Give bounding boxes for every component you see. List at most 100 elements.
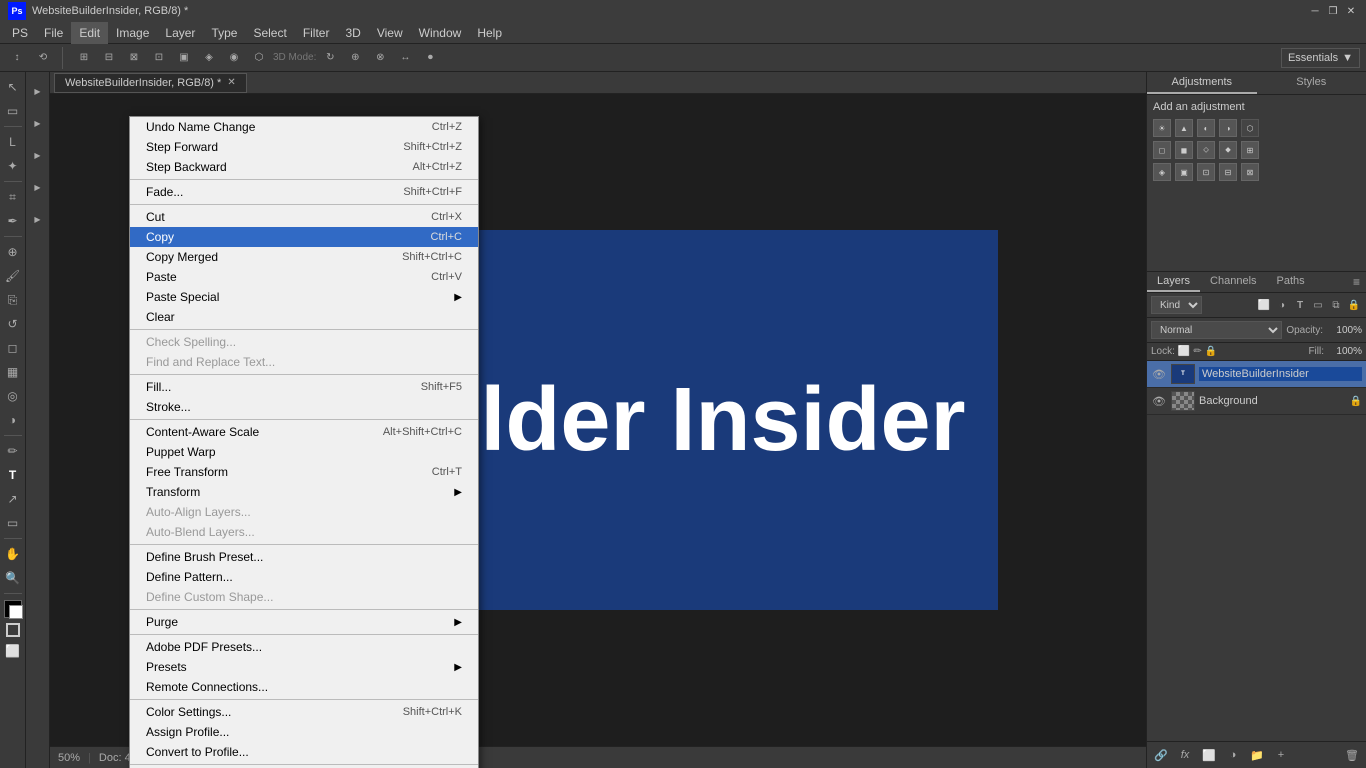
minimize-button[interactable]: ─ xyxy=(1308,4,1322,18)
layers-options-icon[interactable]: ≡ xyxy=(1347,272,1366,292)
dd-cut[interactable]: Cut Ctrl+X xyxy=(130,207,478,227)
lock-icon-all[interactable]: 🔒 xyxy=(1205,346,1217,357)
layers-new-btn[interactable]: + xyxy=(1271,745,1291,765)
tab-layers[interactable]: Layers xyxy=(1147,272,1200,292)
3d-btn-4[interactable]: ↔ xyxy=(394,47,416,69)
3d-btn-2[interactable]: ⊕ xyxy=(344,47,366,69)
canvas-tab-main[interactable]: WebsiteBuilderInsider, RGB/8) * ✕ xyxy=(54,73,247,93)
tool-clone[interactable]: ⎘ xyxy=(2,289,24,311)
3d-btn-1[interactable]: ↻ xyxy=(319,47,341,69)
3d-btn-3[interactable]: ⊗ xyxy=(369,47,391,69)
menu-image[interactable]: Image xyxy=(108,22,157,44)
layer-eye-1[interactable]: 👁 xyxy=(1151,366,1167,382)
filter-icon-text[interactable]: T xyxy=(1292,297,1308,313)
dd-remote[interactable]: Remote Connections... xyxy=(130,677,478,697)
tool-eyedropper[interactable]: ✒ xyxy=(2,210,24,232)
layer-row-background[interactable]: 👁 Background 🔒 xyxy=(1147,388,1366,415)
tool-text[interactable]: T xyxy=(2,464,24,486)
title-controls[interactable]: ─ ❒ ✕ xyxy=(1308,4,1358,18)
align-btn-8[interactable]: ⬡ xyxy=(248,47,270,69)
layers-search-kind[interactable]: Kind xyxy=(1151,296,1202,314)
options-btn-1[interactable]: ↕ xyxy=(6,47,28,69)
menu-view[interactable]: View xyxy=(369,22,411,44)
filter-icon-adj[interactable]: ◑ xyxy=(1274,297,1290,313)
adj-icon-gradient-map[interactable]: ⊟ xyxy=(1219,163,1237,181)
filter-icon-smart[interactable]: ⧉ xyxy=(1328,297,1344,313)
dd-copy[interactable]: Copy Ctrl+C xyxy=(130,227,478,247)
dd-presets[interactable]: Presets ▶ xyxy=(130,657,478,677)
tool-heal[interactable]: ⊕ xyxy=(2,241,24,263)
tool-eraser[interactable]: ◻ xyxy=(2,337,24,359)
lock-icon-pixels[interactable]: ⬜ xyxy=(1178,346,1190,357)
menu-select[interactable]: Select xyxy=(245,22,294,44)
quick-mask[interactable] xyxy=(6,623,20,637)
adj-icon-bw[interactable]: ⬦ xyxy=(1197,141,1215,159)
dd-puppet-warp[interactable]: Puppet Warp xyxy=(130,442,478,462)
tool-gradient[interactable]: ▦ xyxy=(2,361,24,383)
dd-free-transform[interactable]: Free Transform Ctrl+T xyxy=(130,462,478,482)
dd-color-settings[interactable]: Color Settings... Shift+Ctrl+K xyxy=(130,702,478,722)
lock-icon-position[interactable]: ✏ xyxy=(1193,346,1201,357)
align-btn-5[interactable]: ▣ xyxy=(173,47,195,69)
side-panel-btn-4[interactable]: ▶ xyxy=(28,172,48,202)
dd-copy-merged[interactable]: Copy Merged Shift+Ctrl+C xyxy=(130,247,478,267)
tool-blur[interactable]: ◎ xyxy=(2,385,24,407)
filter-icon-shape[interactable]: ▭ xyxy=(1310,297,1326,313)
dd-define-brush[interactable]: Define Brush Preset... xyxy=(130,547,478,567)
menu-ps[interactable]: PS xyxy=(4,22,36,44)
tool-crop[interactable]: ⌗ xyxy=(2,186,24,208)
dd-content-aware[interactable]: Content-Aware Scale Alt+Shift+Ctrl+C xyxy=(130,422,478,442)
dd-undo[interactable]: Undo Name Change Ctrl+Z xyxy=(130,117,478,137)
menu-type[interactable]: Type xyxy=(203,22,245,44)
background-color[interactable] xyxy=(9,605,23,619)
dd-pdf-presets[interactable]: Adobe PDF Presets... xyxy=(130,637,478,657)
menu-edit[interactable]: Edit xyxy=(71,22,108,44)
layer-row-websitebuilder[interactable]: 👁 T WebsiteBuilderInsider xyxy=(1147,361,1366,388)
dd-assign-profile[interactable]: Assign Profile... xyxy=(130,722,478,742)
tool-dodge[interactable]: ◑ xyxy=(2,409,24,431)
tool-shape[interactable]: ▭ xyxy=(2,512,24,534)
tab-paths[interactable]: Paths xyxy=(1267,272,1315,292)
layers-group-btn[interactable]: 📁 xyxy=(1247,745,1267,765)
align-btn-3[interactable]: ⊠ xyxy=(123,47,145,69)
align-btn-4[interactable]: ⊡ xyxy=(148,47,170,69)
menu-window[interactable]: Window xyxy=(411,22,470,44)
tool-select2[interactable]: ↗ xyxy=(2,488,24,510)
dd-fill[interactable]: Fill... Shift+F5 xyxy=(130,377,478,397)
dd-clear[interactable]: Clear xyxy=(130,307,478,327)
dd-define-pattern[interactable]: Define Pattern... xyxy=(130,567,478,587)
tool-brush[interactable]: 🖌 xyxy=(2,265,24,287)
align-btn-7[interactable]: ◉ xyxy=(223,47,245,69)
menu-layer[interactable]: Layer xyxy=(157,22,203,44)
layers-mask-btn[interactable]: ⬜ xyxy=(1199,745,1219,765)
screen-mode[interactable]: ⬜ xyxy=(2,640,24,662)
filter-icon-lock[interactable]: 🔒 xyxy=(1346,297,1362,313)
tool-pen[interactable]: ✏ xyxy=(2,440,24,462)
blend-mode-select[interactable]: Normal xyxy=(1151,321,1282,339)
dd-step-forward[interactable]: Step Forward Shift+Ctrl+Z xyxy=(130,137,478,157)
dd-paste-special[interactable]: Paste Special ▶ xyxy=(130,287,478,307)
essentials-dropdown[interactable]: Essentials ▼ xyxy=(1281,48,1360,68)
dd-stroke[interactable]: Stroke... xyxy=(130,397,478,417)
tool-lasso[interactable]: L xyxy=(2,131,24,153)
adj-icon-curves[interactable]: ◐ xyxy=(1197,119,1215,137)
adj-icon-photo-filter[interactable]: ⬥ xyxy=(1219,141,1237,159)
tool-move[interactable]: ↖ xyxy=(2,76,24,98)
align-btn-6[interactable]: ◈ xyxy=(198,47,220,69)
menu-3d[interactable]: 3D xyxy=(337,22,368,44)
menu-file[interactable]: File xyxy=(36,22,71,44)
3d-btn-5[interactable]: ⏺ xyxy=(419,47,441,69)
adj-icon-channel-mixer[interactable]: ⊞ xyxy=(1241,141,1259,159)
adj-icon-levels[interactable]: ▲ xyxy=(1175,119,1193,137)
tool-select[interactable]: ▭ xyxy=(2,100,24,122)
menu-help[interactable]: Help xyxy=(469,22,510,44)
adj-icon-colorbalance[interactable]: ◼ xyxy=(1175,141,1193,159)
tool-hand[interactable]: ✋ xyxy=(2,543,24,565)
tab-close-btn[interactable]: ✕ xyxy=(227,77,235,88)
tab-styles[interactable]: Styles xyxy=(1257,72,1366,94)
tool-magic[interactable]: ✦ xyxy=(2,155,24,177)
filter-icon-pixel[interactable]: ⬜ xyxy=(1256,297,1272,313)
adj-icon-selective-color[interactable]: ⊠ xyxy=(1241,163,1259,181)
dd-fade[interactable]: Fade... Shift+Ctrl+F xyxy=(130,182,478,202)
side-panel-btn-3[interactable]: ▶ xyxy=(28,140,48,170)
